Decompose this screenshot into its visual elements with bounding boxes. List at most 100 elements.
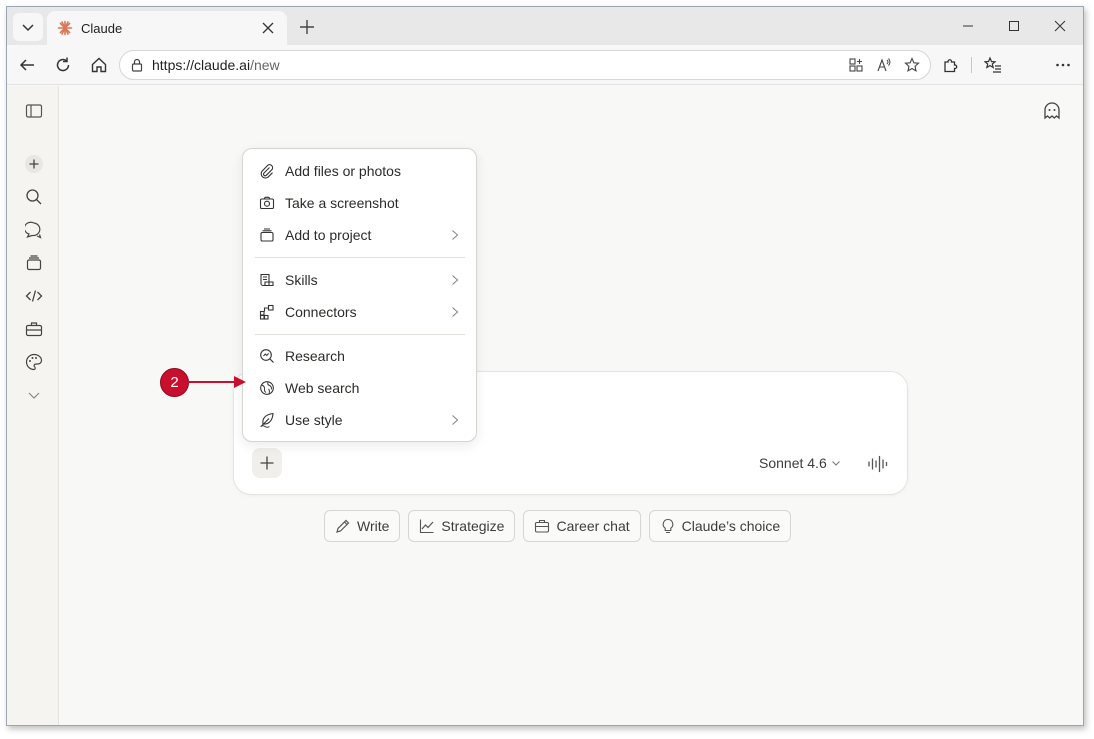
suggestion-chips: Write Strategize Career chat Claude’s ch… bbox=[324, 510, 792, 542]
extensions-button[interactable] bbox=[939, 53, 963, 77]
browser-tab[interactable]: Claude bbox=[47, 11, 287, 45]
expand-chevron-icon[interactable] bbox=[23, 384, 45, 406]
chip-label: Strategize bbox=[441, 518, 505, 534]
window-controls bbox=[945, 7, 1083, 45]
chip-write[interactable]: Write bbox=[324, 510, 401, 542]
address-bar-icons bbox=[846, 55, 922, 75]
claude-page: Sonnet 4.6 Write Strategize Career chat bbox=[7, 86, 1083, 725]
menu-item-take-screenshot[interactable]: Take a screenshot bbox=[243, 188, 476, 218]
maximize-button[interactable] bbox=[991, 7, 1037, 45]
menu-divider bbox=[255, 334, 465, 335]
model-selector[interactable]: Sonnet 4.6 bbox=[759, 455, 841, 471]
model-name: Sonnet 4.6 bbox=[759, 455, 827, 471]
globe-icon bbox=[258, 379, 276, 397]
menu-item-label: Web search bbox=[285, 380, 360, 396]
skills-icon bbox=[258, 271, 276, 289]
back-button[interactable] bbox=[15, 53, 39, 77]
close-tab-icon[interactable] bbox=[259, 19, 277, 37]
refresh-icon bbox=[56, 57, 70, 72]
home-button[interactable] bbox=[87, 53, 111, 77]
chip-strategize[interactable]: Strategize bbox=[408, 510, 516, 542]
minimize-button[interactable] bbox=[945, 7, 991, 45]
menu-item-label: Research bbox=[285, 348, 345, 364]
tab-title: Claude bbox=[81, 20, 123, 36]
tab-list-button[interactable] bbox=[13, 13, 43, 41]
menu-item-web-search[interactable]: Web search bbox=[243, 373, 476, 403]
new-chat-icon[interactable] bbox=[23, 153, 45, 175]
split-screen-icon[interactable] bbox=[846, 55, 866, 75]
settings-menu-button[interactable] bbox=[1051, 53, 1075, 77]
projects-icon[interactable] bbox=[23, 252, 45, 274]
search-icon[interactable] bbox=[23, 186, 45, 208]
plus-icon bbox=[300, 20, 314, 34]
arrow-left-icon bbox=[19, 59, 34, 71]
menu-item-label: Use style bbox=[285, 412, 343, 428]
url-path: /new bbox=[250, 57, 280, 73]
chip-label: Career chat bbox=[556, 518, 630, 534]
tab-bar: Claude bbox=[7, 7, 1083, 45]
chevron-right-icon bbox=[448, 304, 462, 320]
sidebar bbox=[7, 86, 59, 725]
puzzle-icon bbox=[944, 59, 958, 73]
code-icon[interactable] bbox=[23, 285, 45, 307]
audio-waveform-icon bbox=[868, 455, 888, 473]
browser-toolbar: https://claude.ai/new bbox=[7, 45, 1083, 85]
toolbox-icon[interactable] bbox=[23, 318, 45, 340]
claude-logo-icon bbox=[57, 20, 73, 36]
chip-label: Write bbox=[357, 518, 390, 534]
attach-plus-button[interactable] bbox=[252, 448, 282, 478]
camera-icon bbox=[258, 194, 276, 212]
chevron-down-icon bbox=[831, 461, 840, 466]
attach-menu: Add files or photos Take a screenshot Ad… bbox=[242, 148, 477, 442]
chevron-right-icon bbox=[448, 272, 462, 288]
chart-icon bbox=[420, 519, 434, 534]
voice-mode-button[interactable] bbox=[866, 452, 890, 476]
chevron-right-icon bbox=[448, 412, 462, 428]
plus-icon bbox=[260, 456, 274, 470]
project-icon bbox=[258, 226, 276, 244]
chip-career-chat[interactable]: Career chat bbox=[523, 510, 641, 542]
paperclip-icon bbox=[258, 162, 276, 180]
menu-item-use-style[interactable]: Use style bbox=[243, 405, 476, 435]
connectors-icon bbox=[258, 303, 276, 321]
chip-claudes-choice[interactable]: Claude’s choice bbox=[648, 510, 792, 542]
refresh-button[interactable] bbox=[51, 53, 75, 77]
home-icon bbox=[91, 57, 107, 73]
close-window-button[interactable] bbox=[1037, 7, 1083, 45]
menu-item-research[interactable]: Research bbox=[243, 341, 476, 371]
url-host: https://claude.ai bbox=[152, 57, 251, 73]
menu-divider bbox=[255, 257, 465, 258]
palette-icon[interactable] bbox=[23, 351, 45, 373]
menu-item-label: Add to project bbox=[285, 227, 372, 243]
step-annotation-badge: 2 bbox=[160, 368, 189, 397]
favorite-star-icon[interactable] bbox=[902, 55, 922, 75]
chip-label: Claude’s choice bbox=[681, 518, 781, 534]
favorites-button[interactable] bbox=[981, 53, 1005, 77]
lightbulb-icon bbox=[662, 518, 673, 534]
feather-icon bbox=[258, 411, 276, 429]
annotation-arrow bbox=[188, 376, 246, 388]
favorites-list-icon bbox=[984, 56, 1001, 73]
menu-item-label: Take a screenshot bbox=[285, 195, 399, 211]
menu-item-connectors[interactable]: Connectors bbox=[243, 297, 476, 327]
pencil-icon bbox=[336, 519, 350, 533]
menu-item-label: Add files or photos bbox=[285, 163, 401, 179]
menu-item-label: Connectors bbox=[285, 304, 357, 320]
research-icon bbox=[258, 347, 276, 365]
briefcase-icon bbox=[535, 519, 550, 533]
new-tab-button[interactable] bbox=[295, 15, 319, 39]
lock-icon bbox=[131, 58, 143, 72]
chats-icon[interactable] bbox=[23, 219, 45, 241]
sidebar-toggle-icon[interactable] bbox=[23, 100, 45, 122]
chevron-down-icon bbox=[22, 24, 34, 32]
read-aloud-icon[interactable] bbox=[874, 55, 894, 75]
menu-item-skills[interactable]: Skills bbox=[243, 265, 476, 295]
chevron-right-icon bbox=[448, 227, 462, 243]
incognito-ghost-icon[interactable] bbox=[1041, 100, 1063, 122]
menu-item-add-files[interactable]: Add files or photos bbox=[243, 156, 476, 186]
toolbar-divider bbox=[971, 57, 972, 73]
more-dots-icon bbox=[1056, 63, 1070, 67]
menu-item-label: Skills bbox=[285, 272, 318, 288]
address-bar[interactable]: https://claude.ai/new bbox=[119, 50, 931, 80]
menu-item-add-to-project[interactable]: Add to project bbox=[243, 220, 476, 250]
